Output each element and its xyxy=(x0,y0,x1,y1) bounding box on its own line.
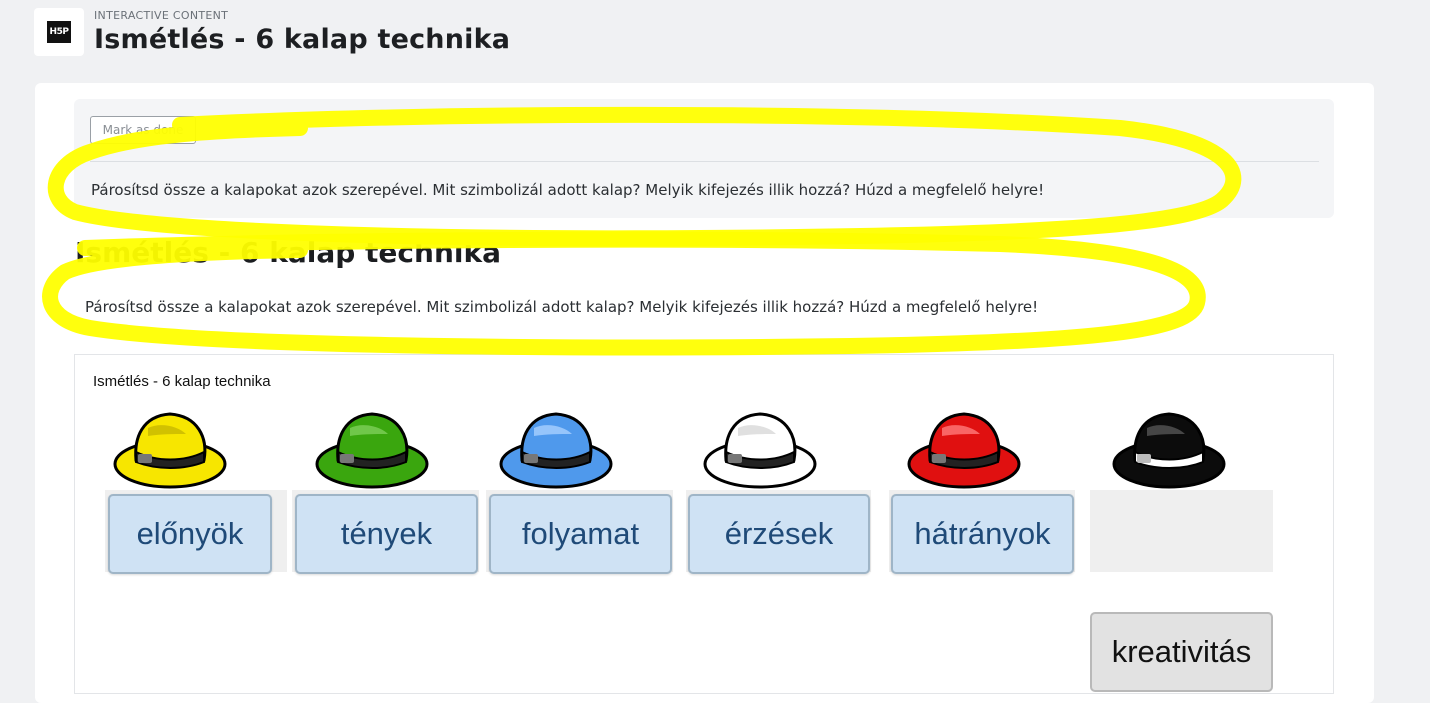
h5p-logo-mark: H5P xyxy=(47,21,71,43)
content-instruction: Párosítsd össze a kalapokat azok szerepé… xyxy=(85,298,1039,316)
drop-zone-black[interactable] xyxy=(1090,490,1273,572)
draggable-word-tenyek[interactable]: tények xyxy=(295,494,478,574)
green-hat-icon xyxy=(315,412,429,489)
white-hat-icon xyxy=(703,412,817,489)
content-type-label: INTERACTIVE CONTENT xyxy=(94,9,229,22)
yellow-hat-icon xyxy=(113,412,227,489)
mark-as-done-button[interactable]: Mark as done xyxy=(90,116,196,144)
task-panel xyxy=(74,99,1334,218)
draggable-word-folyamat[interactable]: folyamat xyxy=(489,494,672,574)
draggable-word-elonyok[interactable]: előnyök xyxy=(108,494,272,574)
h5p-logo: H5P xyxy=(34,8,84,56)
black-hat-icon xyxy=(1112,412,1226,489)
blue-hat-icon xyxy=(499,412,613,489)
content-heading: Ismétlés - 6 kalap technika xyxy=(75,236,501,269)
draggable-word-kreativitas[interactable]: kreativitás xyxy=(1090,612,1273,692)
draggable-word-erzesek[interactable]: érzések xyxy=(688,494,870,574)
panel-divider xyxy=(90,161,1319,162)
page-title: Ismétlés - 6 kalap technika xyxy=(94,24,511,55)
drag-task-title: Ismétlés - 6 kalap technika xyxy=(93,373,271,390)
red-hat-icon xyxy=(907,412,1021,489)
panel-instruction: Párosítsd össze a kalapokat azok szerepé… xyxy=(91,181,1045,199)
draggable-word-hatranyok[interactable]: hátrányok xyxy=(891,494,1074,574)
